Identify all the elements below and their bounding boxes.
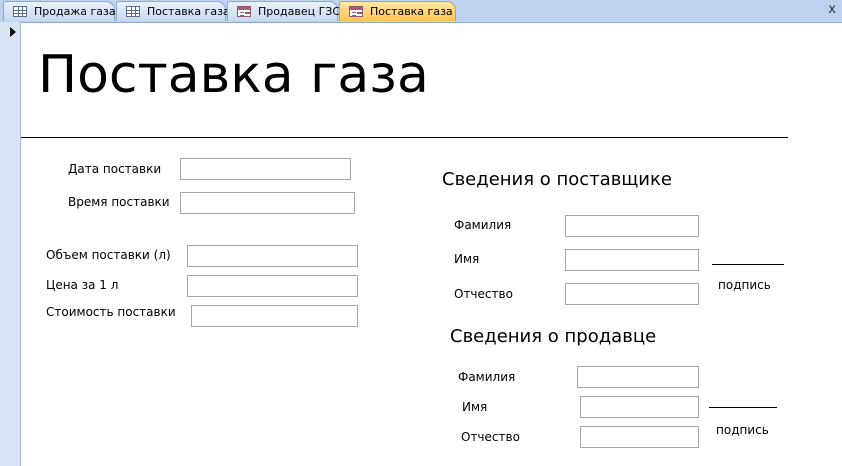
seller-signature-label: подпись bbox=[716, 423, 769, 437]
seller-first-name-label: Имя bbox=[462, 400, 488, 414]
price-per-liter-label: Цена за 1 л bbox=[46, 278, 119, 292]
form-title: Поставка газа bbox=[38, 45, 429, 105]
supplier-section-heading: Сведения о поставщике bbox=[442, 169, 672, 190]
delivery-volume-label: Объем поставки (л) bbox=[46, 248, 171, 262]
supplier-last-name-field[interactable] bbox=[565, 215, 699, 237]
delivery-cost-field[interactable] bbox=[191, 305, 358, 327]
tab-label: Продажа газа bbox=[34, 5, 116, 18]
tab-postavka-gaza-table[interactable]: Поставка газа bbox=[116, 1, 230, 21]
delivery-date-label: Дата поставки bbox=[68, 162, 162, 176]
seller-first-name-field[interactable] bbox=[580, 396, 699, 418]
header-divider bbox=[21, 137, 788, 138]
record-selector[interactable] bbox=[0, 22, 21, 466]
current-record-arrow-icon bbox=[10, 27, 16, 37]
table-icon bbox=[126, 6, 140, 17]
seller-last-name-label: Фамилия bbox=[458, 370, 516, 384]
supplier-signature-label: подпись bbox=[718, 278, 771, 292]
table-icon bbox=[13, 6, 27, 17]
form-icon bbox=[349, 6, 363, 17]
seller-signature-line bbox=[709, 407, 777, 408]
tab-prodavets-gzs[interactable]: Продавец ГЗС bbox=[227, 1, 341, 21]
seller-section-heading: Сведения о продавце bbox=[450, 326, 657, 347]
delivery-cost-label: Стоимость поставки bbox=[46, 305, 176, 319]
seller-patronymic-label: Отчество bbox=[461, 430, 520, 444]
tab-label: Поставка газа bbox=[147, 5, 230, 18]
close-icon[interactable]: x bbox=[828, 2, 836, 18]
tab-label: Поставка газа bbox=[370, 5, 453, 18]
supplier-first-name-field[interactable] bbox=[565, 249, 699, 271]
supplier-patronymic-field[interactable] bbox=[565, 283, 699, 305]
seller-patronymic-field[interactable] bbox=[580, 426, 699, 448]
form-icon bbox=[237, 6, 251, 17]
document-tab-bar: Продажа газа Поставка газа Продавец ГЗС … bbox=[0, 0, 842, 23]
seller-last-name-field[interactable] bbox=[577, 366, 699, 388]
tab-postavka-gaza-form[interactable]: Поставка газа bbox=[339, 1, 456, 21]
supplier-first-name-label: Имя bbox=[454, 252, 480, 266]
supplier-last-name-label: Фамилия bbox=[454, 218, 512, 232]
supplier-patronymic-label: Отчество bbox=[454, 287, 513, 301]
delivery-volume-field[interactable] bbox=[187, 245, 358, 267]
tab-prodazha-gaza[interactable]: Продажа газа bbox=[3, 1, 116, 21]
price-per-liter-field[interactable] bbox=[187, 275, 358, 297]
tab-label: Продавец ГЗС bbox=[258, 5, 341, 18]
delivery-date-field[interactable] bbox=[180, 158, 351, 180]
delivery-time-field[interactable] bbox=[180, 192, 355, 214]
supplier-signature-line bbox=[712, 264, 784, 265]
delivery-time-label: Время поставки bbox=[68, 195, 170, 209]
